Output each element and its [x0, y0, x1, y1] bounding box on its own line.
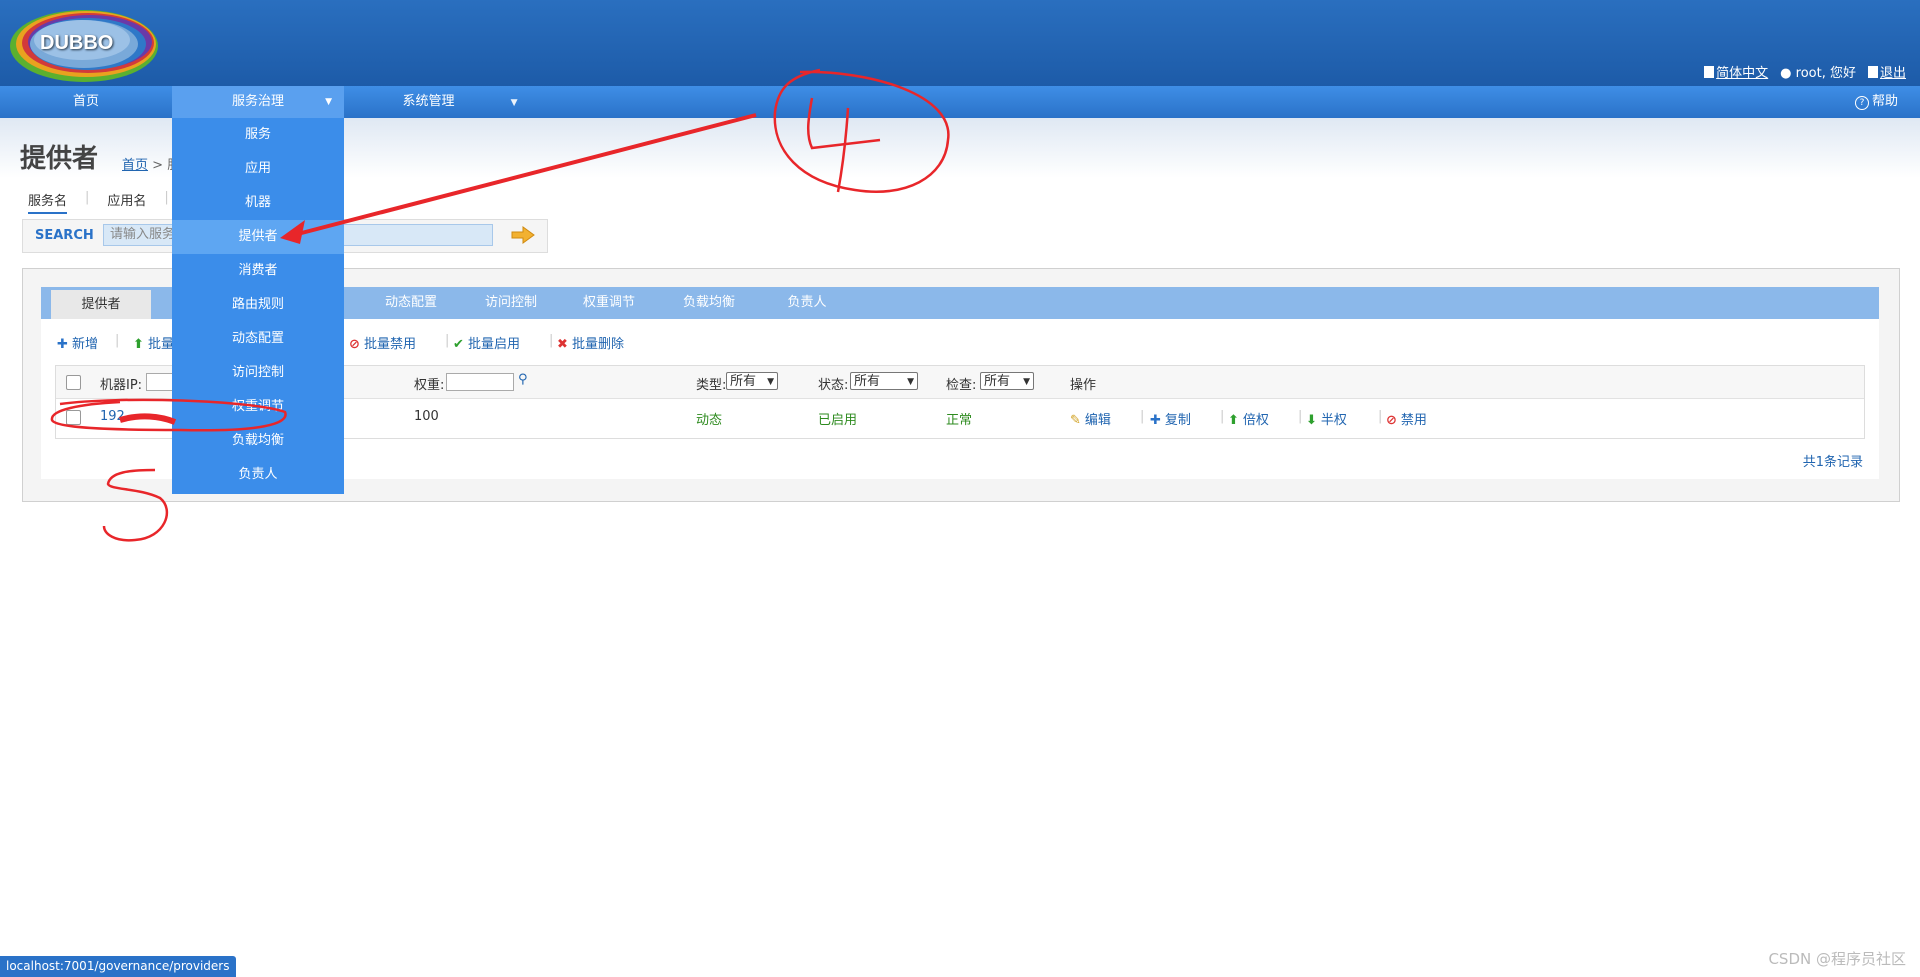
batch-delete-button[interactable]: ✖ 批量删除: [557, 333, 624, 352]
help-icon: ?: [1854, 96, 1869, 110]
menu-item-machine[interactable]: 机器: [172, 186, 344, 220]
chevron-down-icon: ▼: [510, 98, 518, 108]
provider-weight: 100: [414, 409, 439, 424]
help-label: 帮助: [1871, 94, 1898, 109]
nav-service-governance-label: 服务治理: [231, 94, 284, 109]
chevron-down-icon: ▼: [907, 377, 914, 387]
arrow-up-icon: ⬆: [133, 337, 144, 352]
filter-check-select[interactable]: 所有 ▼: [980, 372, 1034, 390]
filter-check-label: 检查:: [946, 378, 977, 393]
check-icon: ✔: [453, 337, 464, 352]
menu-item-access-control[interactable]: 访问控制: [172, 356, 344, 390]
half-weight-button[interactable]: ⬇ 半权: [1306, 409, 1347, 428]
logout-link[interactable]: 退出: [1867, 62, 1906, 81]
ban-icon: ⊘: [1386, 413, 1397, 428]
breadcrumb-separator: >: [152, 158, 164, 173]
tab-load-balance[interactable]: 负载均衡: [669, 287, 749, 319]
record-count: 共1条记录: [1802, 455, 1863, 470]
ban-icon: ⊘: [349, 337, 360, 352]
chevron-down-icon: ▼: [1023, 377, 1030, 387]
menu-item-consumer[interactable]: 消费者: [172, 254, 344, 288]
nav-service-governance[interactable]: 服务治理 ▼: [172, 86, 344, 118]
row-checkbox[interactable]: [66, 410, 81, 425]
top-links: 简体中文 ● root, 您好 退出: [1704, 62, 1906, 81]
batch-button[interactable]: ⬆ 批量: [133, 333, 174, 352]
document-icon: [1704, 66, 1715, 78]
batch-enable-button[interactable]: ✔ 批量启用: [453, 333, 520, 352]
filter-type-label: 类型:: [696, 378, 727, 393]
search-icon[interactable]: ⚲: [518, 372, 528, 387]
provider-type: 动态: [696, 413, 723, 428]
filter-weight-input[interactable]: [446, 373, 514, 391]
provider-check: 正常: [946, 413, 973, 428]
page-title: 提供者: [20, 144, 99, 174]
pencil-icon: ✎: [1070, 413, 1081, 428]
tab-dynamic-config[interactable]: 动态配置: [371, 287, 451, 319]
menu-item-service[interactable]: 服务: [172, 118, 344, 152]
divider: |: [445, 333, 450, 348]
filter-type-select[interactable]: 所有 ▼: [726, 372, 778, 390]
breadcrumb-home[interactable]: 首页: [122, 158, 148, 173]
batch-disable-button[interactable]: ⊘ 批量禁用: [349, 333, 416, 352]
service-governance-menu: 服务治理 ▼ 服务 应用 机器 提供者 消费者 路由规则 动态配置 访问控制 权…: [172, 86, 344, 494]
provider-status: 已启用: [818, 413, 858, 428]
select-all-checkbox[interactable]: [66, 375, 81, 390]
search-tab-service[interactable]: 服务名: [28, 190, 68, 214]
menu-item-weight[interactable]: 权重调节: [172, 390, 344, 424]
header-bar: DUBBO 简体中文 ● root, 您好 退出: [0, 0, 1920, 86]
search-placeholder: 请输入服务: [110, 227, 176, 242]
filter-ip-label: 机器IP:: [100, 378, 143, 393]
arrow-down-icon: ⬇: [1306, 413, 1317, 428]
logo-text: DUBBO: [40, 32, 114, 54]
edit-button[interactable]: ✎ 编辑: [1070, 409, 1111, 428]
disable-button[interactable]: ⊘ 禁用: [1386, 409, 1427, 428]
divider: |: [115, 333, 120, 348]
search-label: SEARCH: [35, 228, 94, 243]
plus-icon: ✚: [57, 337, 68, 352]
tab-owner[interactable]: 负责人: [767, 287, 847, 319]
arrow-right-icon[interactable]: [510, 225, 536, 245]
filter-status-select[interactable]: 所有 ▼: [850, 372, 918, 390]
browser-status-bar: localhost:7001/governance/providers: [0, 956, 236, 977]
plus-icon: ✚: [1150, 413, 1161, 428]
tab-access-control[interactable]: 访问控制: [471, 287, 551, 319]
tab-providers[interactable]: 提供者: [51, 287, 151, 319]
arrow-up-icon: ⬆: [1228, 413, 1239, 428]
user-icon: ●: [1780, 66, 1792, 81]
divider: |: [1140, 409, 1145, 424]
divider: |: [1378, 409, 1383, 424]
filter-status-label: 状态:: [818, 378, 849, 393]
chevron-down-icon: ▼: [325, 97, 332, 107]
filter-weight-label: 权重:: [414, 378, 445, 393]
nav-home[interactable]: 首页: [40, 86, 132, 118]
menu-item-load-balance[interactable]: 负载均衡: [172, 424, 344, 458]
exit-icon: [1867, 66, 1878, 78]
user-greeting: ● root, 您好: [1780, 66, 1856, 81]
divider: |: [1220, 409, 1225, 424]
double-weight-button[interactable]: ⬆ 倍权: [1228, 409, 1269, 428]
menu-item-route-rules[interactable]: 路由规则: [172, 288, 344, 322]
menu-item-application[interactable]: 应用: [172, 152, 344, 186]
nav-system-management-label: 系统管理: [402, 94, 455, 109]
delete-icon: ✖: [557, 337, 568, 352]
menu-item-owner[interactable]: 负责人: [172, 458, 344, 492]
provider-ip-link[interactable]: 192: [100, 409, 125, 424]
tab-weight[interactable]: 权重调节: [569, 287, 649, 319]
divider: |: [164, 190, 169, 205]
add-button[interactable]: ✚ 新增: [57, 333, 98, 352]
help-link[interactable]: ? 帮助: [1854, 86, 1898, 118]
chevron-down-icon: ▼: [767, 377, 774, 387]
divider: |: [1298, 409, 1303, 424]
watermark: CSDN @程序员社区: [1768, 950, 1906, 968]
menu-item-dynamic-config[interactable]: 动态配置: [172, 322, 344, 356]
nav-system-management[interactable]: 系统管理 ▼: [380, 86, 540, 118]
search-tab-app[interactable]: 应用名: [107, 190, 146, 214]
divider: |: [85, 190, 90, 205]
menu-item-provider[interactable]: 提供者: [172, 220, 344, 254]
language-link[interactable]: 简体中文: [1704, 62, 1768, 81]
divider: |: [549, 333, 554, 348]
copy-button[interactable]: ✚ 复制: [1150, 409, 1191, 428]
actions-header: 操作: [1070, 378, 1097, 393]
